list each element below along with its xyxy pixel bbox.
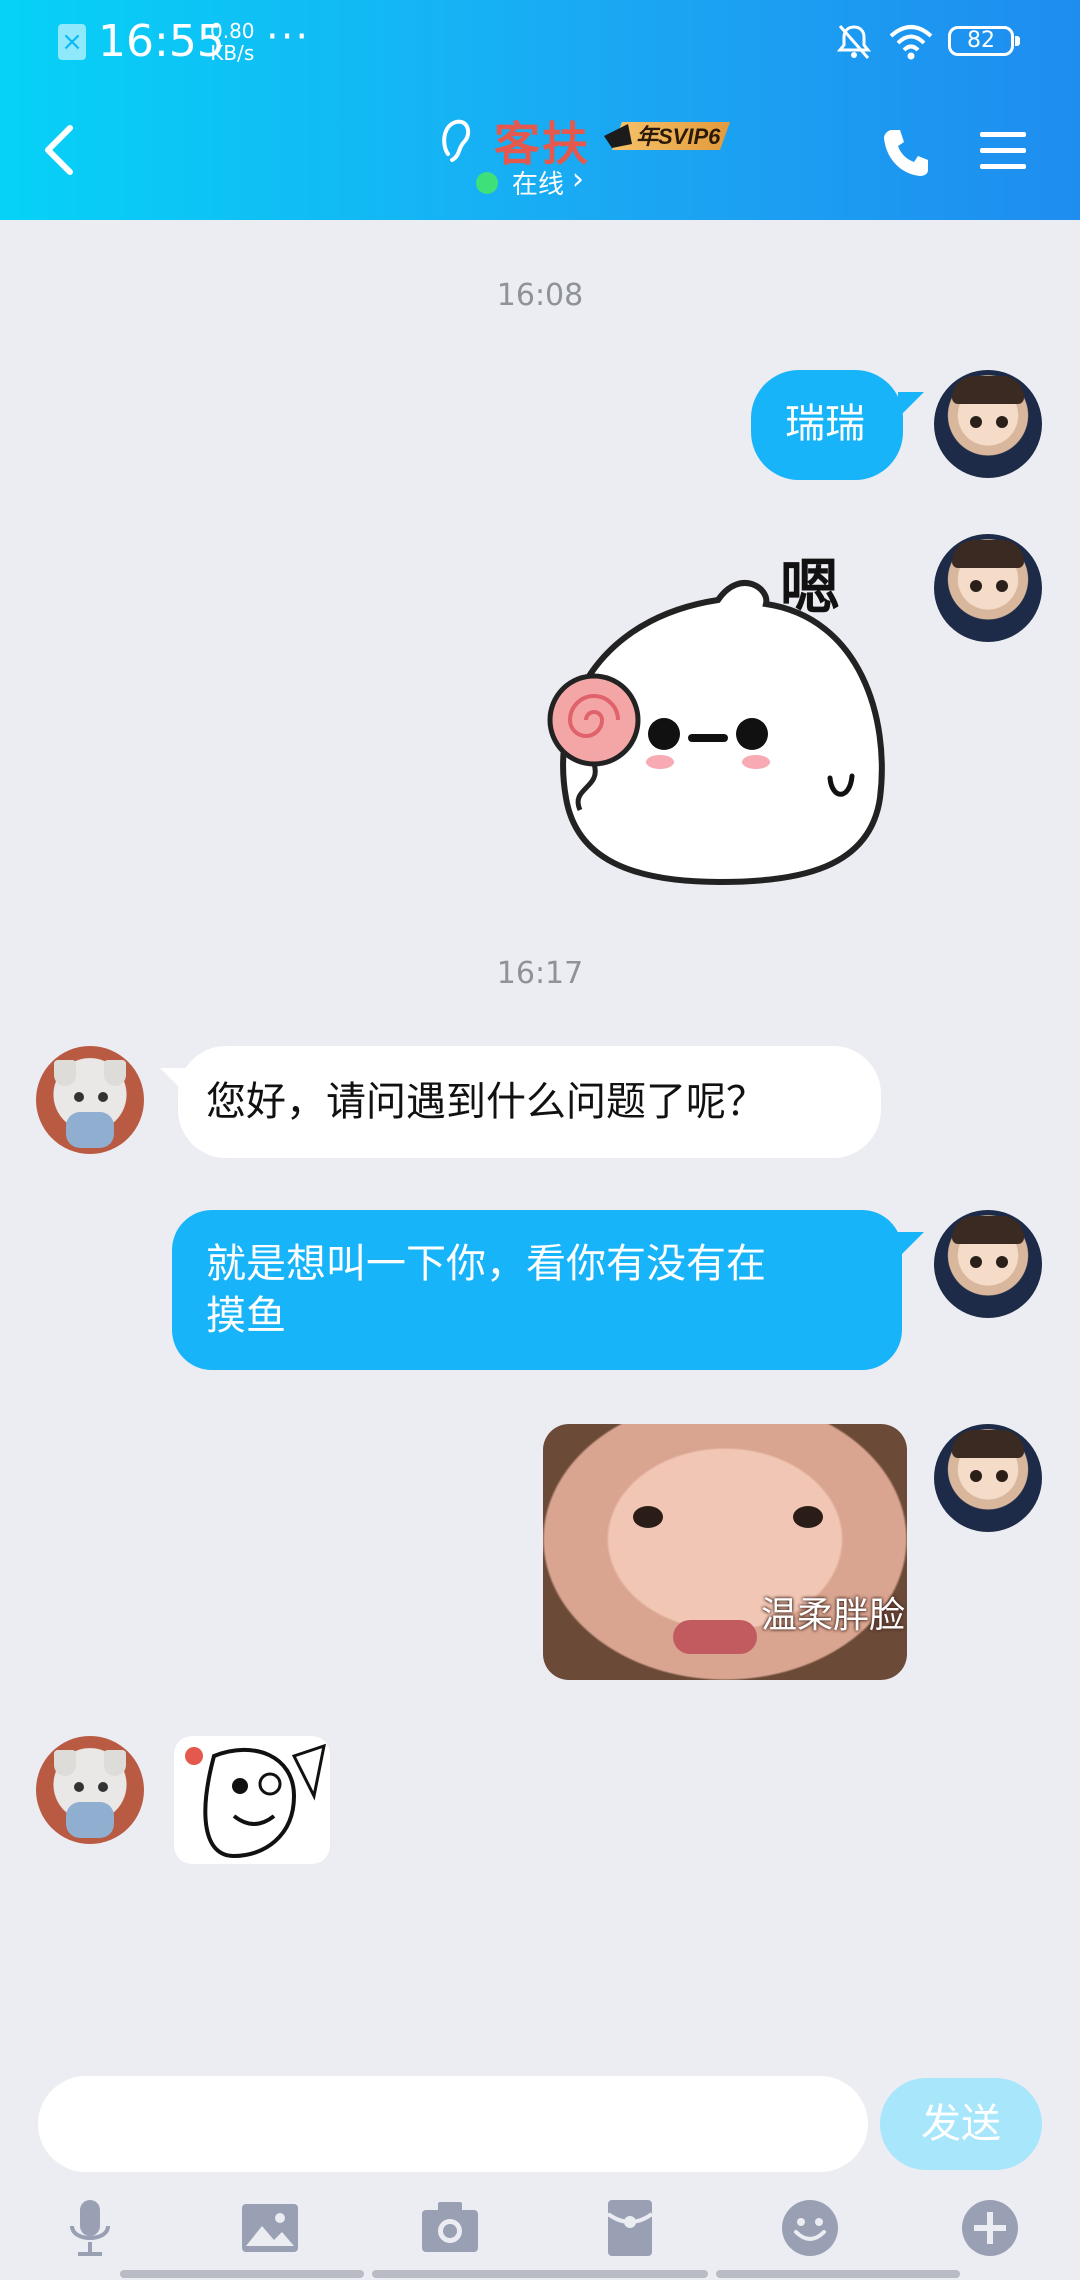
svip-badge: 年SVIP6	[604, 122, 730, 150]
message-input[interactable]	[38, 2076, 868, 2172]
menu-icon[interactable]	[978, 128, 1028, 172]
avatar[interactable]	[934, 1424, 1042, 1532]
send-button[interactable]: 发送	[880, 2078, 1042, 2170]
avatar[interactable]	[36, 1046, 144, 1154]
image-icon[interactable]	[240, 2198, 300, 2258]
meme-drawing	[185, 1743, 326, 1859]
message-line: 就是想叫一下你，看你有没有在	[206, 1241, 766, 1287]
image-caption: 温柔胖脸	[760, 1595, 905, 1636]
svip-label: 年SVIP6	[636, 124, 721, 149]
top-bar: × 16:55 0.80 KB/s ··· 82 客扶 年SVIP6 在线 ›	[0, 0, 1080, 220]
avatar[interactable]	[934, 1210, 1042, 1318]
message-timestamp: 16:17	[496, 956, 584, 991]
status-bar: × 16:55 0.80 KB/s ··· 82	[0, 0, 1080, 84]
emoji-icon[interactable]	[780, 2198, 840, 2258]
sim-missing-icon: ×	[58, 24, 86, 60]
plus-icon[interactable]	[960, 2198, 1020, 2258]
meme-image[interactable]	[174, 1736, 330, 1864]
phone-icon[interactable]	[882, 126, 930, 178]
online-status-dot	[476, 172, 498, 194]
message-bubble-received[interactable]: 您好，请问遇到什么问题了呢？	[178, 1046, 881, 1158]
network-speed: 0.80 KB/s	[210, 20, 255, 64]
red-packet-icon[interactable]	[600, 2198, 660, 2258]
more-notifications-icon: ···	[266, 14, 311, 60]
speed-value: 0.80	[210, 19, 255, 43]
message-line: 摸鱼	[206, 1293, 286, 1339]
online-status-text: 在线	[512, 170, 565, 200]
status-time: 16:55	[98, 16, 225, 67]
nav-indicator	[716, 2270, 960, 2278]
message-bubble-sent[interactable]: 就是想叫一下你，看你有没有在 摸鱼	[172, 1210, 902, 1370]
message-timestamp: 16:08	[496, 278, 584, 313]
camera-icon[interactable]	[420, 2198, 480, 2258]
wifi-icon	[889, 25, 933, 60]
sticker-text: 嗯	[780, 553, 840, 623]
avatar[interactable]	[934, 370, 1042, 478]
avatar[interactable]	[36, 1736, 144, 1844]
microphone-icon[interactable]	[60, 2198, 120, 2258]
ear-icon	[442, 119, 471, 162]
nav-indicator	[120, 2270, 364, 2278]
image-message[interactable]: 温柔胖脸	[543, 1424, 907, 1680]
input-toolbar	[0, 2190, 1080, 2280]
chevron-right-icon: ›	[572, 162, 584, 197]
speed-unit: KB/s	[210, 41, 255, 65]
sticker-image[interactable]: 嗯	[540, 548, 920, 888]
nav-indicator	[372, 2270, 708, 2278]
message-bubble-sent[interactable]: 瑞瑞	[751, 370, 903, 480]
avatar[interactable]	[934, 534, 1042, 642]
bell-muted-icon	[836, 25, 872, 59]
battery-indicator: 82	[948, 26, 1020, 56]
bubble-tail	[898, 1232, 924, 1258]
